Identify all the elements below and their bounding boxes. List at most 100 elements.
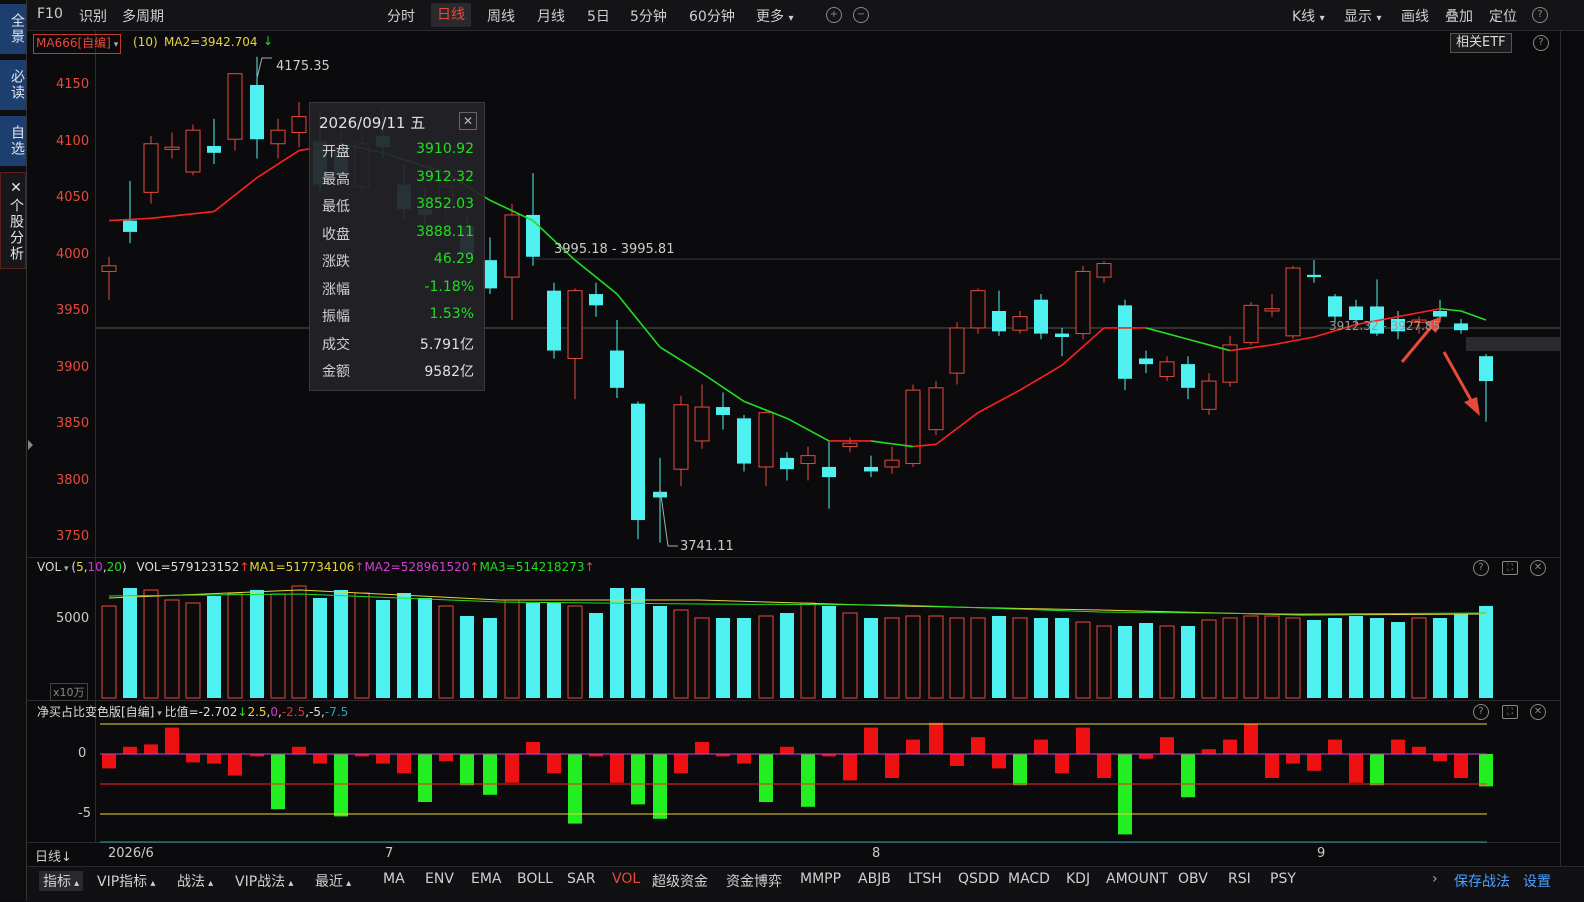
volume-bar	[1012, 617, 1028, 699]
ma-line-segment	[108, 217, 152, 222]
candle-body	[610, 350, 624, 388]
param-close: )	[121, 560, 127, 574]
net-buy-bar	[929, 722, 943, 754]
candle-body	[101, 265, 117, 272]
tooltip-label: 成交	[322, 336, 350, 353]
caret-up-icon: ▴	[71, 878, 80, 889]
high-leader-line	[256, 57, 272, 79]
vol-ma1: MA1=517734106	[249, 560, 355, 574]
indicator-button[interactable]: ABJB	[858, 871, 891, 887]
volume-bar	[716, 618, 730, 698]
indicator-button[interactable]: MA	[383, 871, 405, 887]
net-buy-bar	[885, 754, 899, 778]
indicator-button[interactable]: KDJ	[1066, 871, 1090, 887]
help-icon[interactable]: ?	[1473, 704, 1489, 720]
indicator-button[interactable]: EMA	[471, 871, 502, 887]
volume-bar	[1159, 625, 1175, 699]
candle-body	[673, 404, 689, 470]
bottom-tab[interactable]: 指标 ▴	[39, 871, 84, 891]
tooltip-row: 振幅 1.53%	[322, 306, 474, 326]
candle-body	[949, 327, 965, 374]
indicator-button[interactable]: VOL	[612, 871, 640, 887]
candle-body	[483, 260, 497, 289]
tooltip-row: 涨跌 46.29	[322, 251, 474, 271]
candle-body	[780, 457, 794, 470]
volume-bar	[334, 590, 348, 698]
indicator-button[interactable]: ENV	[425, 871, 454, 887]
volume-bar	[694, 617, 710, 699]
volume-bar	[1328, 618, 1342, 698]
candle-body	[884, 459, 900, 468]
net-name[interactable]: 净买占比变色版[自编]	[37, 705, 154, 719]
indicator-button[interactable]: RSI	[1228, 871, 1251, 887]
net-buy-bar	[653, 754, 667, 819]
dropdown-icon[interactable]: ▾	[154, 709, 164, 719]
fullscreen-icon[interactable]: ⛶	[1502, 705, 1518, 719]
net-buy-bar	[950, 754, 964, 766]
indicator-button[interactable]: QSDD	[958, 871, 999, 887]
help-icon[interactable]: ?	[1473, 560, 1489, 576]
caret-up-icon: ▴	[147, 878, 156, 889]
tooltip-value: -1.18%	[424, 278, 474, 295]
volume-bar	[758, 615, 774, 699]
indicator-button[interactable]: SAR	[567, 871, 595, 887]
bottom-tab[interactable]: 战法 ▴	[177, 871, 213, 891]
candle-body	[207, 146, 221, 153]
indicator-button[interactable]: 超级资金	[652, 871, 708, 891]
volume-bar	[800, 602, 816, 699]
tooltip-label: 开盘	[322, 144, 350, 160]
net-buy-bar	[695, 742, 709, 754]
x-axis-period[interactable]: 日线↓	[35, 846, 72, 865]
indicator-button[interactable]: AMOUNT	[1106, 871, 1168, 887]
indicator-button[interactable]: MMPP	[800, 871, 841, 887]
dropdown-icon[interactable]: ▾	[61, 564, 71, 574]
indicator-button[interactable]: MACD	[1008, 871, 1050, 887]
candle-body	[1479, 356, 1493, 382]
volume-bar	[610, 588, 624, 698]
tooltip-row: 开盘 3910.92	[322, 141, 474, 161]
more-indicators-button[interactable]: ›	[1432, 871, 1438, 887]
indicator-button[interactable]: 资金博弈	[726, 871, 782, 891]
candle-body	[928, 387, 944, 431]
net-buy-bar	[674, 754, 688, 774]
net-buy-bar	[526, 742, 540, 754]
indicator-button[interactable]: BOLL	[517, 871, 553, 887]
candle-body	[1075, 270, 1091, 335]
volume-bar	[1411, 617, 1427, 699]
candle-body	[737, 418, 751, 464]
bottom-tab[interactable]: 最近 ▴	[315, 871, 351, 891]
indicator-button[interactable]: LTSH	[908, 871, 942, 887]
volume-bar	[970, 617, 986, 699]
close-icon[interactable]: ✕	[1530, 560, 1546, 576]
candle-body	[270, 129, 286, 145]
bottom-tab[interactable]: VIP指标 ▴	[97, 871, 155, 891]
bottom-tab[interactable]: VIP战法 ▴	[235, 871, 293, 891]
volume-bar	[1370, 618, 1384, 698]
close-icon[interactable]: ✕	[459, 112, 477, 130]
net-buy-bar	[1118, 754, 1132, 835]
net-buy-bar	[207, 754, 221, 764]
candle-body	[567, 290, 583, 359]
save-strategy-button[interactable]: 保存战法	[1454, 871, 1510, 891]
bottom-tab-label: 最近	[315, 874, 343, 890]
vol-name[interactable]: VOL	[37, 560, 61, 574]
fullscreen-icon[interactable]: ⛶	[1502, 561, 1518, 575]
volume-bar	[737, 618, 751, 698]
volume-bar	[905, 615, 921, 699]
indicator-button[interactable]: OBV	[1178, 871, 1208, 887]
tooltip-row: 成交 5.791亿	[322, 334, 474, 354]
close-icon[interactable]: ✕	[1530, 704, 1546, 720]
net-buy-bar	[992, 754, 1006, 769]
settings-button[interactable]: 设置	[1523, 871, 1551, 891]
ma-line-segment	[786, 417, 830, 442]
chart-canvas[interactable]	[0, 0, 1584, 901]
volume-bar	[143, 589, 159, 699]
volume-bar	[673, 609, 689, 699]
volume-bar	[1181, 626, 1195, 698]
candle-body	[1243, 304, 1259, 344]
candle-body	[1118, 305, 1132, 379]
volume-bar	[1096, 625, 1112, 699]
volume-bar	[227, 593, 243, 699]
net-buy-bar	[334, 754, 348, 817]
indicator-button[interactable]: PSY	[1270, 871, 1296, 887]
